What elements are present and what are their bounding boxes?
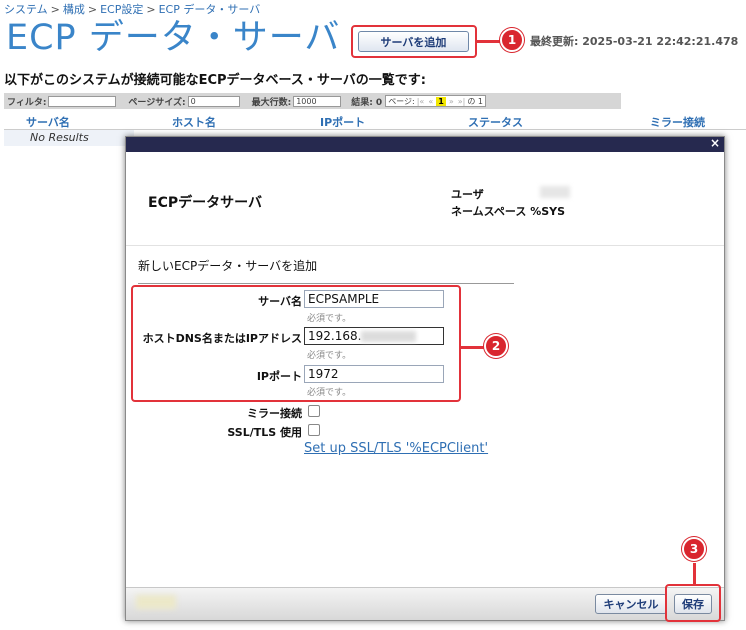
footer-redacted: [136, 595, 176, 609]
filter-bar: フィルタ: ページサイズ: 0 最大行数: 1000 結果: 0 ページ: |«…: [4, 93, 621, 109]
user-value-redacted: [540, 186, 570, 198]
column-status[interactable]: ステータス: [468, 114, 523, 130]
first-page-button[interactable]: |«: [417, 97, 425, 106]
page-size-label: ページサイズ:: [128, 97, 186, 108]
step-2-marker: 2: [484, 334, 508, 358]
namespace-value: %SYS: [530, 205, 566, 218]
highlight-form-fields: [131, 285, 461, 402]
prev-page-button[interactable]: «: [428, 97, 433, 106]
breadcrumb: システム > 構成 > ECP設定 > ECP データ・サーバ: [4, 1, 260, 17]
dialog-heading: ECPデータサーバ: [148, 195, 262, 211]
pager: ページ: |« « 1 » »| の 1: [385, 95, 486, 107]
dialog-footer: キャンセル 保存: [126, 587, 724, 620]
filter-label: フィルタ:: [7, 97, 47, 108]
max-rows-label: 最大行数:: [251, 97, 292, 108]
column-server-name[interactable]: サーバ名: [26, 114, 70, 130]
no-results-row: No Results: [4, 130, 134, 146]
column-host-name[interactable]: ホスト名: [172, 114, 216, 130]
page-size-input[interactable]: 0: [187, 95, 240, 107]
step-1-marker: 1: [500, 28, 524, 52]
page-count: の 1: [467, 96, 483, 106]
last-updated: 最終更新: 2025-03-21 22:42:21.478: [530, 35, 739, 48]
close-icon[interactable]: ×: [710, 136, 720, 150]
namespace-label: ネームスペース: [451, 205, 527, 218]
breadcrumb-separator: >: [50, 3, 60, 16]
ssl-label: SSL/TLS 使用: [227, 426, 302, 439]
highlight-add-server: [351, 25, 477, 58]
mirror-checkbox[interactable]: [308, 405, 320, 417]
next-page-button[interactable]: »: [449, 97, 454, 106]
namespace-info: ネームスペース %SYS: [451, 203, 565, 219]
breadcrumb-ecp-data-server[interactable]: ECP データ・サーバ: [159, 3, 261, 16]
highlight-connector: [693, 563, 696, 585]
list-heading: 以下がこのシステムが接続可能なECPデータベース・サーバの一覧です:: [4, 73, 426, 88]
cancel-button[interactable]: キャンセル: [595, 594, 667, 614]
mirror-label: ミラー接続: [247, 407, 302, 420]
last-page-button[interactable]: »|: [458, 97, 466, 106]
breadcrumb-config[interactable]: 構成: [63, 3, 85, 16]
ssl-setup-link[interactable]: Set up SSL/TLS '%ECPClient': [304, 441, 488, 456]
column-ip-port[interactable]: IPポート: [320, 114, 365, 130]
breadcrumb-separator: >: [146, 3, 156, 16]
table-header: サーバ名 ホスト名 IPポート ステータス ミラー接続: [4, 112, 746, 130]
pager-label: ページ:: [388, 96, 415, 106]
step-3-marker: 3: [682, 537, 706, 561]
column-mirror-connection[interactable]: ミラー接続: [650, 114, 705, 130]
filter-input[interactable]: [48, 95, 117, 107]
highlight-save-button: [665, 584, 721, 622]
breadcrumb-separator: >: [87, 3, 98, 16]
breadcrumb-system[interactable]: システム: [4, 3, 48, 16]
dialog-titlebar: ×: [126, 136, 724, 152]
page-title: ECP データ・サーバ: [6, 18, 341, 58]
ssl-checkbox[interactable]: [308, 424, 320, 436]
user-label: ユーザ: [451, 188, 484, 201]
results-count: 結果: 0: [351, 97, 383, 108]
form-title: 新しいECPデータ・サーバを追加: [138, 259, 318, 273]
max-rows-input[interactable]: 1000: [293, 95, 342, 107]
breadcrumb-ecp-settings[interactable]: ECP設定: [100, 3, 143, 16]
current-page[interactable]: 1: [436, 96, 446, 106]
highlight-connector: [461, 346, 485, 349]
form-title-divider: [138, 283, 514, 284]
